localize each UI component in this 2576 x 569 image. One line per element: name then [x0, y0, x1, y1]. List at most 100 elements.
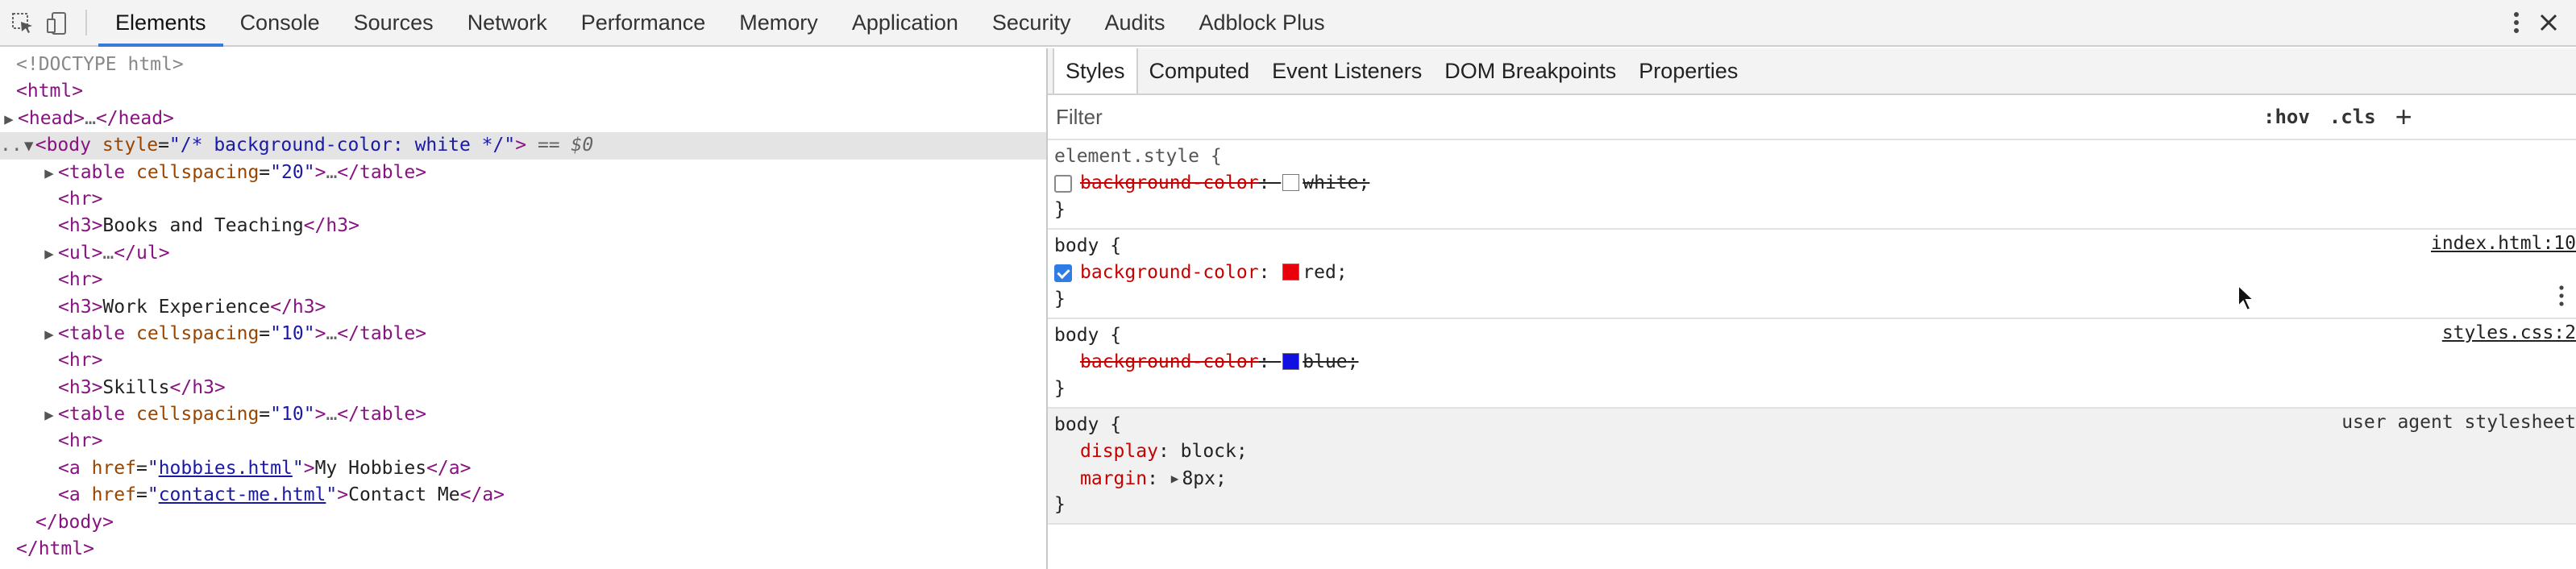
subtab-styles[interactable]: Styles: [1053, 48, 1138, 93]
expand-triangle-icon[interactable]: ▶: [40, 241, 58, 268]
expand-triangle-icon[interactable]: ▶: [40, 402, 58, 429]
dom-node-hr[interactable]: <hr>: [0, 347, 1046, 374]
style-rule: body {display: block; margin: ▶ 8px;} user …: [1048, 409, 2576, 525]
style-declaration[interactable]: margin: ▶ 8px;: [1054, 465, 2570, 492]
tab-application[interactable]: Application: [835, 0, 975, 45]
styles-sidebar: Styles Computed Event Listeners DOM Brea…: [1048, 48, 2576, 569]
color-swatch-icon[interactable]: [1282, 264, 1300, 280]
rule-selector[interactable]: body {: [1054, 325, 1121, 346]
inspect-element-icon[interactable]: [5, 0, 40, 47]
color-swatch-icon[interactable]: [1282, 353, 1300, 370]
css-property-name[interactable]: margin: [1080, 468, 1147, 489]
styles-filter-input[interactable]: [1054, 103, 2263, 131]
tab-memory[interactable]: Memory: [722, 0, 835, 45]
style-rules-list: element.style { background-color: white;}…: [1048, 140, 2576, 525]
rule-selector[interactable]: element.style {: [1054, 146, 1222, 167]
css-property-value[interactable]: 8px: [1182, 468, 1215, 489]
css-property-name[interactable]: display: [1080, 441, 1158, 462]
subtab-computed[interactable]: Computed: [1138, 48, 1261, 93]
devtools-toolbar: Elements Console Sources Network Perform…: [0, 0, 2576, 47]
dom-node-hr[interactable]: <hr>: [0, 428, 1046, 455]
css-property-value[interactable]: blue: [1303, 351, 1347, 372]
rule-source-link[interactable]: index.html:10: [2431, 233, 2576, 254]
toolbar-right-controls: [2466, 0, 2576, 45]
dom-node-hr[interactable]: <hr>: [0, 186, 1046, 213]
tab-elements[interactable]: Elements: [98, 0, 223, 47]
rule-selector[interactable]: body {: [1054, 235, 1121, 256]
dom-node-html-close[interactable]: </html>: [0, 536, 1046, 563]
subtab-properties[interactable]: Properties: [1627, 48, 1749, 93]
dom-node-hr[interactable]: <hr>: [0, 267, 1046, 293]
collapsed-ellipsis: …: [85, 107, 96, 129]
subtab-event-listeners[interactable]: Event Listeners: [1261, 48, 1433, 93]
node-text: Skills: [102, 376, 170, 398]
cls-toggle-button[interactable]: .cls: [2329, 106, 2376, 128]
expand-triangle-icon[interactable]: ▶: [40, 160, 58, 187]
subtab-dom-breakpoints[interactable]: DOM Breakpoints: [1433, 48, 1627, 93]
tab-security[interactable]: Security: [975, 0, 1088, 45]
declaration-checkbox[interactable]: [1054, 175, 1072, 193]
style-declaration[interactable]: background-color: red;: [1054, 260, 2570, 286]
tab-network[interactable]: Network: [451, 0, 564, 45]
dom-node-ul[interactable]: ▶ <ul>…</ul>: [0, 240, 1046, 267]
tag-name: table: [69, 404, 126, 426]
dom-node-body-selected[interactable]: .. ▼<body style="/* background-color: whi…: [0, 132, 1046, 160]
href-link[interactable]: hobbies.html: [159, 458, 293, 479]
dom-node-head[interactable]: ▶ <head>…</head>: [0, 106, 1046, 132]
dom-node-a[interactable]: <a href="hobbies.html">My Hobbies</a>: [0, 455, 1046, 482]
dom-node-a[interactable]: <a href="contact-me.html">Contact Me</a>: [0, 482, 1046, 509]
css-property-name[interactable]: background-color: [1080, 351, 1259, 372]
expand-shorthand-icon[interactable]: ▶: [1171, 465, 1179, 492]
css-property-value[interactable]: red: [1303, 262, 1336, 283]
rule-close-brace: }: [1054, 289, 1066, 309]
style-declaration[interactable]: background-color: white;: [1054, 170, 2570, 197]
rule-source-link[interactable]: styles.css:2: [2442, 322, 2576, 343]
collapsed-ellipsis: …: [326, 404, 338, 426]
tab-sources[interactable]: Sources: [337, 0, 451, 45]
href-link[interactable]: contact-me.html: [159, 484, 326, 505]
css-property-value[interactable]: white: [1303, 172, 1358, 193]
tab-console[interactable]: Console: [223, 0, 337, 45]
dom-node-body-close[interactable]: </body>: [0, 509, 1046, 536]
dom-node-h3[interactable]: <h3>Books and Teaching</h3>: [0, 213, 1046, 239]
tab-performance[interactable]: Performance: [564, 0, 723, 45]
close-icon[interactable]: [2532, 0, 2565, 46]
device-toolbar-icon[interactable]: [40, 0, 76, 47]
kebab-menu-icon[interactable]: [2500, 0, 2532, 46]
tab-adblock-plus[interactable]: Adblock Plus: [1182, 0, 1342, 45]
tag-name: hr: [69, 188, 92, 210]
expand-triangle-icon[interactable]: ▶: [0, 106, 18, 133]
dom-node-html[interactable]: <html>: [0, 78, 1046, 105]
hov-toggle-button[interactable]: :hov: [2263, 106, 2310, 128]
declaration-checkbox[interactable]: [1054, 264, 1072, 282]
rule-selector[interactable]: body {: [1054, 414, 1121, 435]
close-tag-name: h3: [292, 296, 315, 318]
css-property-name[interactable]: background-color: [1080, 262, 1259, 283]
dom-node-table[interactable]: ▶ <table cellspacing="10">…</table>: [0, 321, 1046, 347]
style-declaration[interactable]: display: block;: [1054, 438, 2570, 465]
dom-node-table[interactable]: ▶ <table cellspacing="20">…</table>: [0, 160, 1046, 186]
collapsed-ellipsis: …: [102, 242, 114, 264]
style-declaration[interactable]: background-color: blue;: [1054, 349, 2570, 376]
color-swatch-icon[interactable]: [1282, 174, 1300, 191]
close-tag-name: table: [359, 161, 416, 183]
dom-node-doctype[interactable]: <!DOCTYPE html>: [0, 52, 1046, 78]
style-rule: body { background-color: red;} index.html:…: [1048, 230, 2576, 319]
node-text: Books and Teaching: [102, 215, 304, 237]
rule-close-brace: }: [1054, 494, 1066, 515]
css-property-name[interactable]: background-color: [1080, 172, 1259, 193]
dom-node-h3[interactable]: <h3>Work Experience</h3>: [0, 294, 1046, 321]
toolbar-divider: [85, 10, 87, 35]
close-tag-name: table: [359, 404, 416, 426]
dom-node-table[interactable]: ▶ <table cellspacing="10">…</table>: [0, 401, 1046, 428]
dom-tree: <!DOCTYPE html> <html> ▶ <head>…</head> .…: [0, 48, 1046, 569]
css-property-value[interactable]: block: [1181, 441, 1236, 462]
new-style-rule-button[interactable]: +: [2395, 100, 2412, 134]
tab-audits[interactable]: Audits: [1087, 0, 1182, 45]
rule-menu-icon[interactable]: [2558, 284, 2565, 312]
expand-triangle-icon[interactable]: ▶: [40, 322, 58, 348]
style-rule: body {background-color: blue;} styles.css…: [1048, 319, 2576, 409]
collapse-triangle-icon[interactable]: ▼: [23, 133, 35, 160]
dom-node-h3[interactable]: <h3>Skills</h3>: [0, 375, 1046, 401]
node-text: My Hobbies: [314, 457, 427, 479]
